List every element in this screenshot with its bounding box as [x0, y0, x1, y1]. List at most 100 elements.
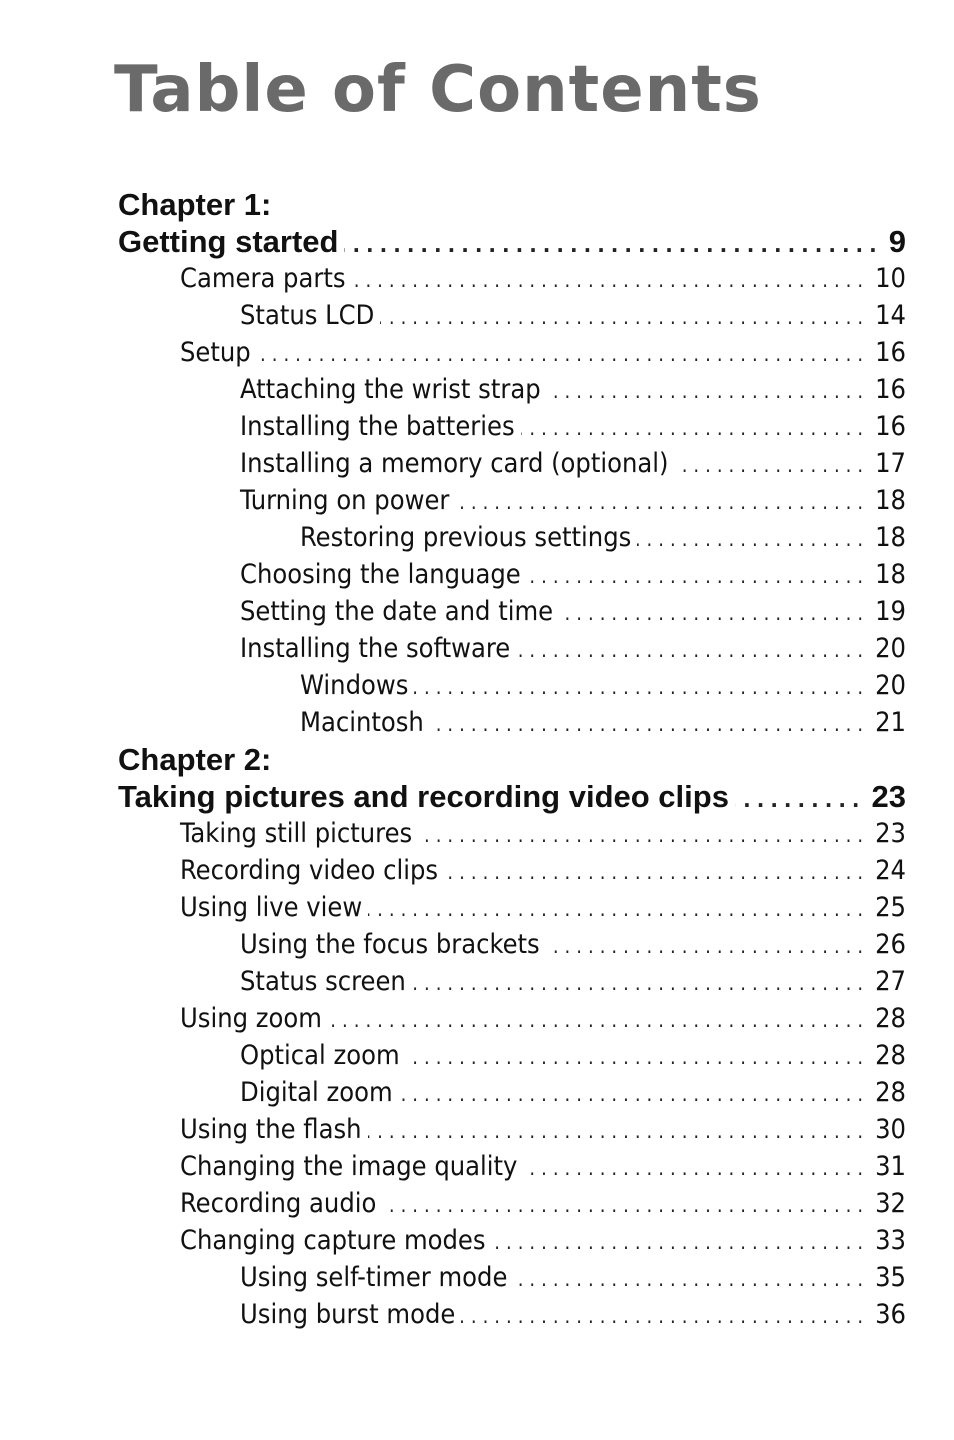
page-number: 26	[875, 929, 906, 960]
page-number: 28	[875, 1077, 906, 1108]
dot-leader: ........................................…	[368, 897, 870, 921]
entry-title: Using the flash	[180, 1114, 362, 1145]
dot-leader: ........................................…	[430, 712, 870, 736]
dot-leader: ........................................…	[257, 342, 870, 366]
toc-entry[interactable]: Installing a memory card (optional).....…	[118, 445, 906, 482]
dot-leader: ........................................…	[444, 860, 870, 884]
toc-entry[interactable]: Recording audio.........................…	[118, 1185, 906, 1222]
page-number: 18	[875, 522, 906, 553]
page-number: 17	[875, 448, 906, 479]
entry-title: Taking pictures and recording video clip…	[118, 779, 729, 814]
page-number: 25	[875, 892, 906, 923]
toc-entry[interactable]: Installing the software.................…	[118, 630, 906, 667]
toc-entry[interactable]: Using self-timer mode...................…	[118, 1259, 906, 1296]
page-number: 28	[875, 1040, 906, 1071]
toc-entry[interactable]: Changing capture modes..................…	[118, 1222, 906, 1259]
dot-leader: ........................................…	[516, 638, 870, 662]
dot-leader: ........................................…	[521, 416, 870, 440]
toc-entry[interactable]: Taking still pictures...................…	[118, 815, 906, 852]
toc-entry[interactable]: Installing the batteries................…	[118, 408, 906, 445]
dot-leader: ........................................…	[527, 564, 870, 588]
toc-entry[interactable]: Using live view.........................…	[118, 889, 906, 926]
page-number: 27	[875, 966, 906, 997]
entry-title: Setting the date and time	[240, 596, 554, 627]
toc-entry[interactable]: Optical zoom............................…	[118, 1037, 906, 1074]
toc-entry[interactable]: Using zoom..............................…	[118, 1000, 906, 1037]
page-number: 31	[875, 1151, 906, 1182]
toc-entry[interactable]: Attaching the wrist strap...............…	[118, 371, 906, 408]
entry-title: Digital zoom	[240, 1077, 393, 1108]
dot-leader: ........................................…	[546, 934, 870, 958]
entry-title: Status screen	[240, 966, 406, 997]
entry-title: Installing the software	[240, 633, 511, 664]
entry-title: Changing the image quality	[180, 1151, 518, 1182]
page-number: 33	[875, 1225, 906, 1256]
dot-leader: ........................................…	[382, 1193, 870, 1217]
toc-entry[interactable]: Using burst mode........................…	[118, 1296, 906, 1333]
page-number: 28	[875, 1003, 906, 1034]
entry-title: Using zoom	[180, 1003, 322, 1034]
page-number: 24	[875, 855, 906, 886]
chapter-label: Chapter 1:	[118, 187, 272, 222]
page-number: 23	[871, 779, 906, 814]
toc-entry[interactable]: Macintosh...............................…	[118, 704, 906, 741]
page-number: 36	[875, 1299, 906, 1330]
toc-entry[interactable]: Camera parts............................…	[118, 260, 906, 297]
entry-title: Taking still pictures	[180, 818, 413, 849]
entry-title: Restoring previous settings	[300, 522, 632, 553]
entry-title: Changing capture modes	[180, 1225, 486, 1256]
toc-entry[interactable]: Using the focus brackets................…	[118, 926, 906, 963]
page-number: 10	[875, 263, 906, 294]
entry-title: Camera parts	[180, 263, 346, 294]
page-number: 35	[875, 1262, 906, 1293]
dot-leader: ........................................…	[455, 490, 870, 514]
dot-leader: ........................................…	[523, 1156, 870, 1180]
entry-title: Macintosh	[300, 707, 424, 738]
dot-leader: ........................................…	[547, 379, 870, 403]
entry-title: Choosing the language	[240, 559, 521, 590]
toc-entry[interactable]: Windows.................................…	[118, 667, 906, 704]
page-number: 16	[875, 374, 906, 405]
chapter-entry[interactable]: Taking pictures and recording video clip…	[118, 778, 906, 815]
entry-title: Recording audio	[180, 1188, 377, 1219]
toc-entry[interactable]: Recording video clips...................…	[118, 852, 906, 889]
dot-leader: ........................................…	[380, 305, 870, 329]
dot-leader: ........................................…	[735, 788, 866, 812]
page-number: 18	[875, 559, 906, 590]
dot-leader: ........................................…	[492, 1230, 870, 1254]
entry-title: Installing the batteries	[240, 411, 515, 442]
dot-leader: ........................................…	[399, 1082, 870, 1106]
toc-entry[interactable]: Restoring previous settings.............…	[118, 519, 906, 556]
dot-leader: ........................................…	[344, 233, 883, 257]
toc-entry[interactable]: Status LCD..............................…	[118, 297, 906, 334]
dot-leader: ........................................…	[559, 601, 870, 625]
dot-leader: ........................................…	[352, 268, 870, 292]
chapter-entry[interactable]: Getting started.........................…	[118, 223, 906, 260]
page-number: 21	[875, 707, 906, 738]
dot-leader: ........................................…	[513, 1267, 870, 1291]
page-number: 20	[875, 670, 906, 701]
dot-leader: ........................................…	[412, 971, 870, 995]
entry-title: Recording video clips	[180, 855, 439, 886]
page-title: Table of Contents	[114, 53, 762, 127]
toc-entry[interactable]: Using the flash.........................…	[118, 1111, 906, 1148]
entry-title: Setup	[180, 337, 251, 368]
toc-entry[interactable]: Choosing the language...................…	[118, 556, 906, 593]
entry-title: Using live view	[180, 892, 363, 923]
dot-leader: ........................................…	[406, 1045, 870, 1069]
dot-leader: ........................................…	[414, 675, 870, 699]
entry-title: Using the focus brackets	[240, 929, 540, 960]
entry-title: Using burst mode	[240, 1299, 456, 1330]
toc-entry[interactable]: Turning on power........................…	[118, 482, 906, 519]
entry-title: Status LCD	[240, 300, 375, 331]
entry-title: Windows	[300, 670, 409, 701]
dot-leader: ........................................…	[461, 1304, 870, 1328]
toc-entry[interactable]: Setup...................................…	[118, 334, 906, 371]
toc-entry[interactable]: Changing the image quality..............…	[118, 1148, 906, 1185]
toc-entry[interactable]: Setting the date and time...............…	[118, 593, 906, 630]
entry-title: Using self-timer mode	[240, 1262, 508, 1293]
toc-entry[interactable]: Status screen...........................…	[118, 963, 906, 1000]
entry-title: Attaching the wrist strap	[240, 374, 541, 405]
table-of-contents: Chapter 1: Getting started...............…	[118, 186, 906, 1333]
toc-entry[interactable]: Digital zoom............................…	[118, 1074, 906, 1111]
